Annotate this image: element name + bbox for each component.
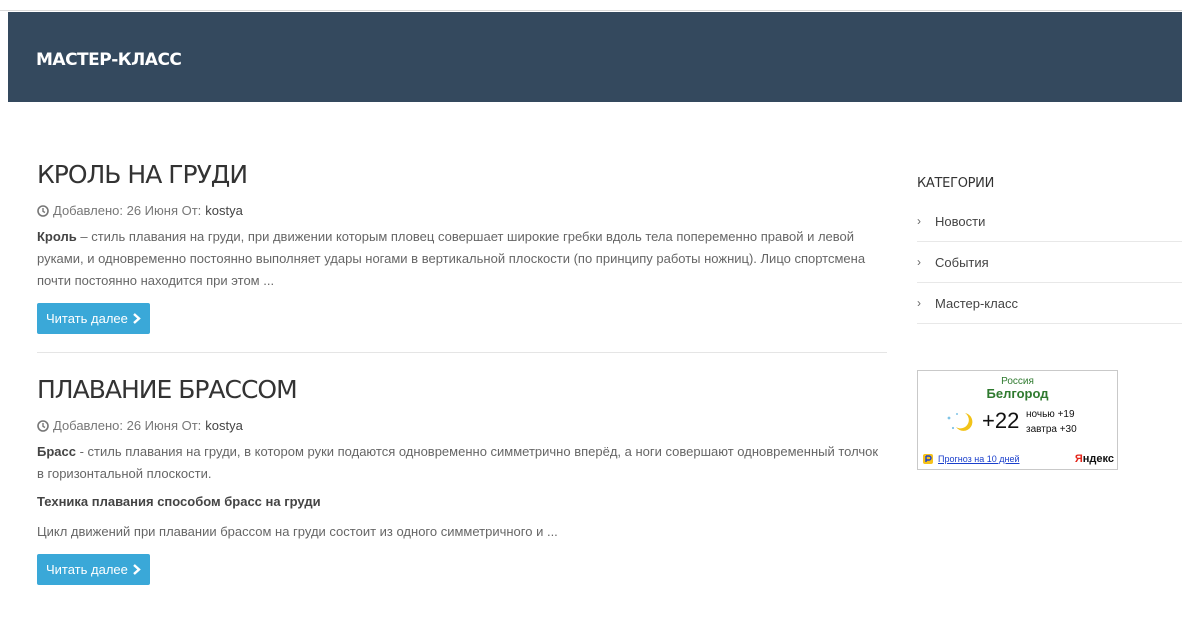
forecast-logo-icon <box>923 454 933 464</box>
post-item: КРОЛЬ НА ГРУДИ Добавлено: 26 Июня От: ko… <box>37 160 887 334</box>
post-excerpt-text: - стиль плавания на груди, в котором рук… <box>37 444 879 481</box>
category-list: › Новости › События › Мастер-класс <box>917 201 1182 324</box>
post-subheading: Техника плавания способом брасс на груди <box>37 494 321 509</box>
forecast-link-label: Прогноз на 10 дней <box>938 454 1020 464</box>
weather-widget[interactable]: Россия Белгород +22 ночью +19 завтра +30… <box>917 370 1118 470</box>
category-item-news[interactable]: › Новости <box>917 201 1182 242</box>
post-meta: Добавлено: 26 Июня От: kostya <box>37 418 887 433</box>
post-lead-term: Кроль <box>37 229 77 244</box>
page-title: МАСТЕР-КЛАСС <box>36 50 182 70</box>
post-title-link[interactable]: ПЛАВАНИЕ БРАССОМ <box>37 375 887 405</box>
post-excerpt: Брасс - стиль плавания на груди, в котор… <box>37 441 887 485</box>
category-item-events[interactable]: › События <box>917 242 1182 283</box>
weather-temperature: +22 <box>982 408 1020 433</box>
post-meta: Добавлено: 26 Июня От: kostya <box>37 203 887 218</box>
category-label: События <box>935 254 989 270</box>
angle-right-icon: › <box>917 296 921 310</box>
clock-icon <box>37 204 49 217</box>
sidebar: КАТЕГОРИИ › Новости › События › Мастер-к… <box>917 176 1182 324</box>
moon-stars-icon <box>947 413 973 431</box>
post-item: ПЛАВАНИЕ БРАССОМ Добавлено: 26 Июня От: … <box>37 375 887 585</box>
post-excerpt-continued: Цикл движений при плавании брассом на гр… <box>37 524 558 539</box>
post-lead-term: Брасс <box>37 444 76 459</box>
forecast-link[interactable]: Прогноз на 10 дней <box>922 453 1020 465</box>
top-divider <box>0 10 1182 11</box>
read-more-label: Читать далее <box>46 562 128 577</box>
clock-icon <box>37 419 49 432</box>
page-banner: МАСТЕР-КЛАСС <box>8 12 1182 102</box>
weather-night: ночью +19 <box>1026 409 1075 420</box>
yandex-logo-rest: ндекс <box>1082 453 1114 465</box>
post-divider <box>37 352 887 353</box>
angle-right-icon: › <box>917 214 921 228</box>
category-item-masterclass[interactable]: › Мастер-класс <box>917 283 1182 324</box>
post-list: КРОЛЬ НА ГРУДИ Добавлено: 26 Июня От: ko… <box>37 160 887 585</box>
categories-heading: КАТЕГОРИИ <box>917 176 995 191</box>
weather-footer: Прогноз на 10 дней Яндекс <box>922 453 1114 465</box>
category-label: Мастер-класс <box>935 295 1018 311</box>
chevron-right-icon <box>133 313 141 324</box>
post-author-link[interactable]: kostya <box>205 203 243 218</box>
category-label: Новости <box>935 213 986 229</box>
angle-right-icon: › <box>917 255 921 269</box>
read-more-button[interactable]: Читать далее <box>37 554 150 585</box>
weather-tomorrow: завтра +30 <box>1026 424 1077 435</box>
post-title-link[interactable]: КРОЛЬ НА ГРУДИ <box>37 160 887 190</box>
weather-city: Белгород <box>986 386 1049 401</box>
post-date: Добавлено: 26 Июня От: <box>53 418 202 433</box>
post-date: Добавлено: 26 Июня От: <box>53 203 202 218</box>
chevron-right-icon <box>133 564 141 575</box>
post-author-link[interactable]: kostya <box>205 418 243 433</box>
post-excerpt: Кроль – стиль плавания на груди, при дви… <box>37 226 887 292</box>
read-more-button[interactable]: Читать далее <box>37 303 150 334</box>
read-more-label: Читать далее <box>46 311 128 326</box>
yandex-logo-first: Я <box>1074 453 1083 465</box>
yandex-logo[interactable]: Яндекс <box>1075 453 1114 465</box>
post-excerpt-text: – стиль плавания на груди, при движении … <box>37 229 866 288</box>
